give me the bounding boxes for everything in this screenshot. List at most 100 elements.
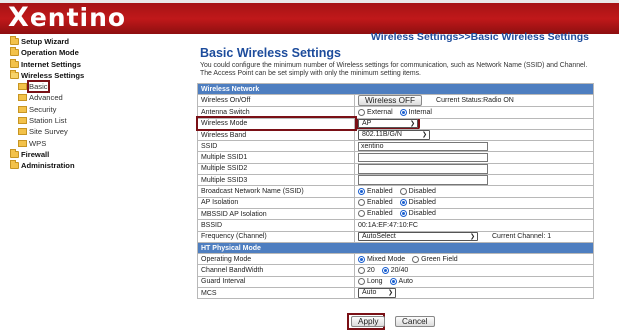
mbssid-disabled-radio[interactable] [399,210,407,218]
cancel-button[interactable]: Cancel [395,316,435,327]
folder-icon [10,58,19,68]
wireless-on-off-label: Wireless On/Off [197,94,355,108]
xentino-logo: Xentino [8,2,127,33]
ap-isolation-enabled-label: Enabled [367,199,393,207]
row-bssid: BSSID 00:1A:EF:47:10:FC [197,219,594,232]
row-wireless-mode: Wireless Mode AP ❯ [195,116,594,132]
chevron-down-icon: ❯ [409,120,415,127]
antenna-external-label: External [367,108,393,116]
row-channel-bandwidth: Channel BandWidth 20 20/40 [197,264,594,277]
wireless-band-label: Wireless Band [197,128,355,142]
current-channel-text: Current Channel: 1 [492,233,552,241]
ap-isolation-enabled-radio[interactable] [358,199,365,207]
page-icon [18,105,27,113]
sidebar-item-operation-mode[interactable]: Operation Mode [6,47,188,58]
wireless-mode-select[interactable]: AP ❯ [356,119,420,129]
row-antenna-switch: Antenna Switch External Internal [197,106,594,119]
broadcast-disabled-label: Disabled [408,187,436,195]
page-title: Basic Wireless Settings [200,46,341,60]
sidebar-item-basic-label: Basic [27,80,50,94]
wireless-off-button[interactable]: Wireless OFF [358,95,423,106]
frequency-channel-label: Frequency (Channel) [197,230,355,243]
folder-icon [10,47,19,57]
mbssid-enabled-label: Enabled [367,210,393,218]
sidebar-item-administration[interactable]: Administration [6,160,188,171]
chevron-down-icon: ❯ [469,233,475,240]
guard-auto-radio[interactable] [389,278,397,286]
broadcast-disabled-radio[interactable] [399,187,407,195]
page-icon [18,117,27,125]
ap-isolation-disabled-radio[interactable] [399,199,407,207]
frequency-channel-select[interactable]: AutoSelect ❯ [358,232,478,242]
multiple-ssid3-label: Multiple SSID3 [197,174,355,187]
bandwidth-20-radio[interactable] [358,266,365,274]
bssid-value: 00:1A:EF:47:10:FC [358,221,418,229]
row-ap-isolation: AP Isolation Enabled Disabled [197,196,594,209]
bandwidth-20-label: 20 [367,266,375,274]
sidebar-item-site-survey[interactable]: Site Survey [6,126,188,137]
antenna-external-radio[interactable] [358,108,365,116]
page-heading: Wireless Settings>>Basic Wireless Settin… [370,31,589,43]
multiple-ssid2-input[interactable] [358,164,488,174]
broadcast-enabled-radio[interactable] [358,187,365,195]
sidebar-item-security[interactable]: Security [6,104,188,115]
folder-icon [10,160,19,170]
row-wireless-on-off: Wireless On/Off Wireless OFF Current Stat… [197,94,594,108]
mbssid-isolation-label: MBSSID AP Isolation [197,207,355,221]
section-header-wireless-network: Wireless Network [197,82,594,96]
sidebar-item-advanced[interactable]: Advanced [6,92,188,103]
main-content: Wireless Settings>>Basic Wireless Settin… [195,30,595,300]
ap-isolation-label: AP Isolation [197,196,355,209]
chevron-down-icon: ❯ [387,290,393,297]
guard-auto-label: Auto [398,278,413,286]
multiple-ssid1-input[interactable] [358,153,488,163]
sidebar-item-wps[interactable]: WPS [6,138,188,149]
apply-button[interactable]: Apply [351,316,386,327]
guard-long-radio[interactable] [358,278,365,286]
folder-icon [10,36,19,45]
green-field-radio[interactable] [412,255,420,263]
sidebar-item-basic[interactable]: Basic [6,80,188,94]
channel-bandwidth-label: Channel BandWidth [197,264,355,277]
guard-interval-label: Guard Interval [197,275,355,289]
radio-status-text: Current Status:Radio ON [436,97,514,105]
guard-long-label: Long [367,278,383,286]
multiple-ssid3-input[interactable] [358,175,488,185]
chevron-down-icon: ❯ [421,132,427,139]
row-guard-interval: Guard Interval Long Auto [197,275,594,289]
row-ssid: SSID xentino [197,140,594,153]
page-icon [18,94,27,102]
mixed-mode-radio[interactable] [358,255,365,263]
section-header-ht-physical-mode: HT Physical Mode [197,241,594,255]
green-field-label: Green Field [421,255,458,263]
sidebar-item-wireless-settings[interactable]: Wireless Settings [6,69,188,81]
row-mcs: MCS Auto ❯ [197,287,594,300]
bandwidth-20-40-radio[interactable] [381,266,389,274]
row-multiple-ssid1: Multiple SSID1 [197,151,594,164]
folder-open-icon [10,69,19,79]
wireless-settings-table: Wireless Network Wireless On/Off Wireles… [195,82,594,300]
sidebar-item-internet-settings[interactable]: Internet Settings [6,58,188,70]
sidebar-item-station-list[interactable]: Station List [6,115,188,126]
ssid-label: SSID [197,140,355,153]
antenna-internal-radio[interactable] [399,108,407,116]
broadcast-enabled-label: Enabled [367,187,393,195]
ssid-input[interactable]: xentino [358,141,488,151]
page-icon [18,139,27,147]
page-icon [18,83,27,91]
mbssid-disabled-label: Disabled [408,210,436,218]
sidebar-item-setup-wizard[interactable]: Setup Wizard [6,36,188,47]
bssid-label: BSSID [197,219,355,232]
multiple-ssid1-label: Multiple SSID1 [197,151,355,164]
mcs-select[interactable]: Auto ❯ [358,288,396,298]
row-operating-mode: Operating Mode Mixed Mode Green Field [197,253,594,266]
mixed-mode-label: Mixed Mode [367,255,406,263]
folder-icon [10,148,19,158]
antenna-switch-label: Antenna Switch [197,106,355,119]
wireless-band-select[interactable]: 802.11B/G/N ❯ [358,130,430,140]
operating-mode-label: Operating Mode [197,253,355,266]
sidebar-item-firewall[interactable]: Firewall [6,148,188,160]
sidebar-nav: Setup Wizard Operation Mode Internet Set… [6,36,188,172]
mbssid-enabled-radio[interactable] [358,210,365,218]
row-multiple-ssid2: Multiple SSID2 [197,162,594,176]
